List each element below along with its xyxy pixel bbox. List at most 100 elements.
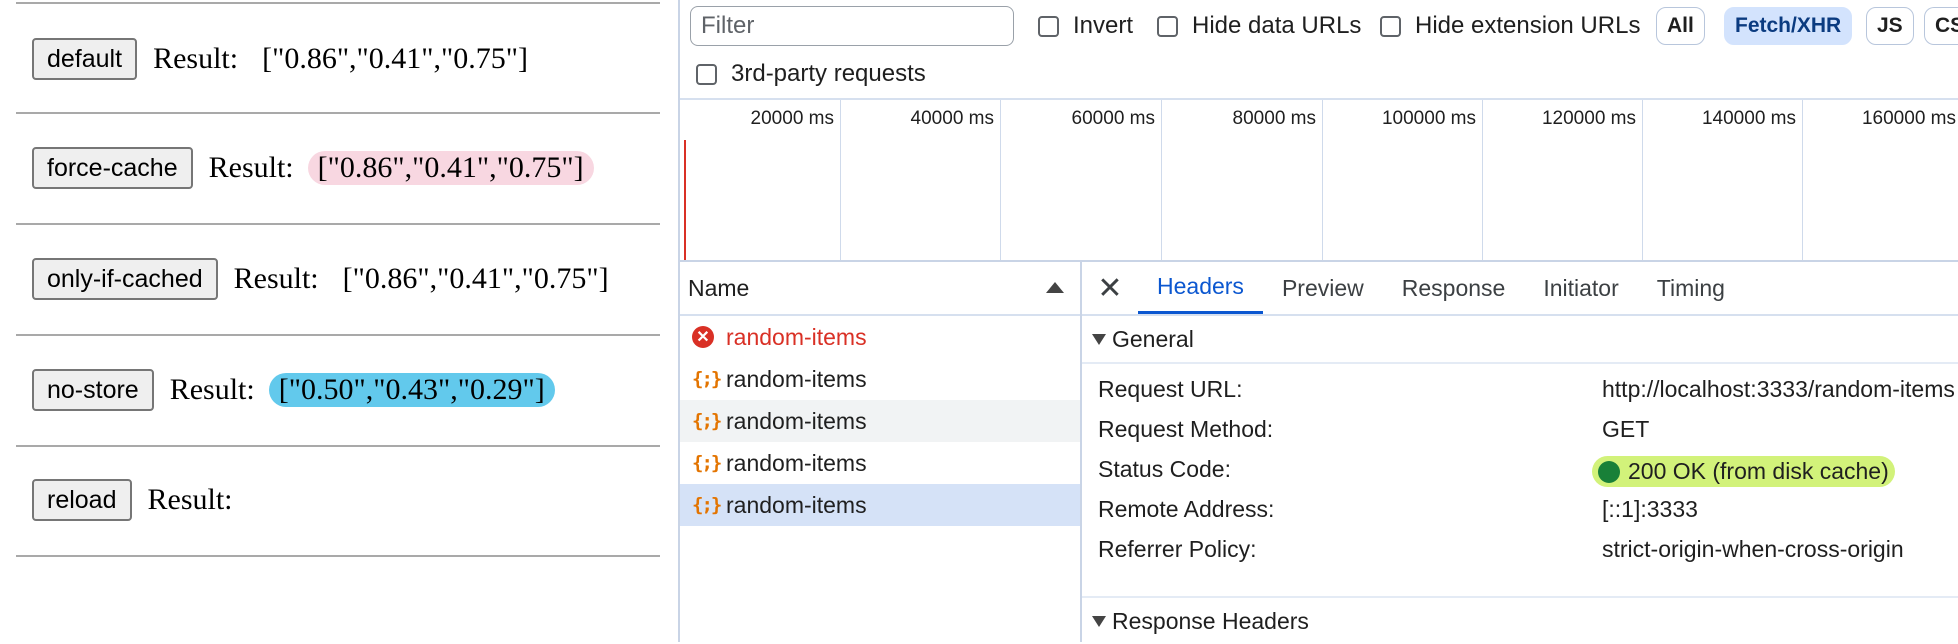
row-no-store: no-store Result: ["0.50","0.43","0.29"] — [32, 367, 555, 413]
request-url-label: Request URL: — [1098, 376, 1243, 402]
tab-timing[interactable]: Timing — [1638, 262, 1744, 314]
divider — [16, 445, 660, 447]
tab-initiator[interactable]: Initiator — [1524, 262, 1637, 314]
request-name: random-items — [726, 491, 867, 518]
divider — [16, 334, 660, 336]
response-headers-section-header[interactable]: Response Headers — [1082, 596, 1958, 644]
timeline-tick — [1161, 100, 1162, 260]
third-party-checkbox[interactable]: 3rd-party requests — [696, 60, 926, 88]
checkbox-box — [1157, 15, 1178, 37]
timeline-tick-label: 140000 ms — [1701, 108, 1796, 129]
response-headers-label: Response Headers — [1112, 607, 1309, 634]
force-cache-button[interactable]: force-cache — [32, 147, 193, 189]
timeline-tick — [1322, 100, 1323, 260]
tab-preview[interactable]: Preview — [1263, 262, 1383, 314]
request-row[interactable]: {;} random-items — [680, 400, 1080, 442]
name-column-header[interactable]: Name — [680, 262, 1080, 316]
request-row-selected[interactable]: {;} random-items — [680, 484, 1080, 526]
request-url-value: http://localhost:3333/random-items — [1602, 376, 1955, 402]
request-row[interactable]: {;} random-items — [680, 358, 1080, 400]
header-row: Request URL: http://localhost:3333/rando… — [1082, 368, 1958, 408]
fetch-icon: {;} — [692, 452, 722, 474]
row-reload: reload Result: — [32, 477, 267, 523]
fetch-icon: {;} — [692, 410, 722, 432]
tab-response[interactable]: Response — [1383, 262, 1525, 314]
divider — [16, 2, 660, 4]
filter-chip-all[interactable]: All — [1656, 7, 1705, 45]
test-page: default Result: ["0.86","0.41","0.75"] f… — [0, 0, 680, 642]
remote-address-label: Remote Address: — [1098, 496, 1275, 522]
devtools-network-panel: Filter Invert Hide data URLs Hide extens… — [678, 0, 1958, 642]
default-button[interactable]: default — [32, 38, 138, 80]
request-name: random-items — [726, 407, 867, 434]
result-label: Result: — [169, 373, 255, 406]
header-row: Request Method: GET — [1082, 408, 1958, 448]
checkbox-box — [696, 63, 717, 85]
request-row[interactable]: ✕ random-items — [680, 316, 1080, 358]
name-header-label: Name — [688, 274, 750, 301]
filter-chip-js[interactable]: JS — [1866, 7, 1914, 45]
error-icon: ✕ — [692, 326, 714, 348]
divider — [16, 555, 660, 557]
header-row: Remote Address: [::1]:3333 — [1082, 488, 1958, 528]
filter-bar: Filter Invert Hide data URLs Hide extens… — [680, 0, 1958, 100]
details-tabs: ✕ Headers Preview Response Initiator Tim… — [1082, 262, 1958, 316]
result-value-default: ["0.86","0.41","0.75"] — [262, 42, 529, 75]
request-list: Name ✕ random-items {;} random-items {;}… — [680, 262, 1082, 642]
request-method-label: Request Method: — [1098, 416, 1274, 442]
timeline-tick-label: 120000 ms — [1541, 108, 1636, 129]
timeline-tick — [1482, 100, 1483, 260]
timeline-tick — [1000, 100, 1001, 260]
filter-chip-fetch-xhr[interactable]: Fetch/XHR — [1724, 7, 1853, 45]
request-method-value: GET — [1602, 416, 1650, 442]
result-label: Result: — [153, 42, 239, 75]
status-code-label: Status Code: — [1098, 456, 1231, 482]
timeline-tick — [1802, 100, 1803, 260]
timeline-tick-label: 100000 ms — [1381, 108, 1476, 129]
hide-extension-urls-checkbox[interactable]: Hide extension URLs — [1380, 12, 1640, 40]
expand-triangle-icon — [1092, 615, 1106, 627]
result-value-no-store: ["0.50","0.43","0.29"] — [268, 373, 555, 407]
timeline-tick-label: 60000 ms — [1071, 108, 1155, 129]
hide-data-urls-checkbox[interactable]: Hide data URLs — [1157, 12, 1361, 40]
hide-data-urls-label: Hide data URLs — [1192, 12, 1362, 39]
row-force-cache: force-cache Result: ["0.86","0.41","0.75… — [32, 145, 594, 191]
filter-placeholder: Filter — [701, 12, 755, 39]
timeline-tick — [840, 100, 841, 260]
status-code-text: 200 OK (from disk cache) — [1628, 458, 1889, 484]
checkbox-box — [1380, 15, 1401, 37]
tab-headers[interactable]: Headers — [1138, 262, 1263, 314]
result-value-force-cache: ["0.86","0.41","0.75"] — [307, 151, 594, 185]
no-store-button[interactable]: no-store — [32, 369, 154, 411]
request-name: random-items — [726, 365, 867, 392]
status-ok-icon — [1598, 460, 1620, 483]
close-icon[interactable]: ✕ — [1082, 262, 1138, 314]
reload-button[interactable]: reload — [32, 479, 132, 521]
only-if-cached-button[interactable]: only-if-cached — [32, 258, 218, 300]
filter-input[interactable]: Filter — [690, 6, 1014, 46]
third-party-label: 3rd-party requests — [731, 60, 926, 87]
request-row[interactable]: {;} random-items — [680, 442, 1080, 484]
header-row: Status Code: 200 OK (from disk cache) — [1082, 448, 1958, 488]
filter-chip-css[interactable]: CS — [1924, 7, 1958, 45]
timeline-tick-label: 20000 ms — [750, 108, 834, 129]
hide-extension-urls-label: Hide extension URLs — [1415, 12, 1641, 39]
divider — [16, 223, 660, 225]
general-section-header[interactable]: General — [1082, 316, 1958, 364]
checkbox-box — [1038, 15, 1059, 37]
invert-checkbox[interactable]: Invert — [1038, 12, 1133, 40]
load-marker — [684, 140, 686, 260]
timeline-tick-label: 160000 ms — [1861, 108, 1956, 129]
sort-ascending-icon — [1046, 282, 1064, 293]
status-code-value: 200 OK (from disk cache) — [1592, 456, 1895, 489]
header-row: Referrer Policy: strict-origin-when-cros… — [1082, 528, 1958, 568]
timeline-overview[interactable]: 20000 ms 40000 ms 60000 ms 80000 ms 1000… — [680, 100, 1958, 262]
remote-address-value: [::1]:3333 — [1602, 496, 1698, 522]
status-highlight: 200 OK (from disk cache) — [1592, 456, 1895, 487]
request-name: random-items — [726, 323, 867, 350]
request-details: ✕ Headers Preview Response Initiator Tim… — [1082, 262, 1958, 642]
invert-label: Invert — [1073, 12, 1134, 39]
fetch-icon: {;} — [692, 368, 722, 390]
row-default: default Result: ["0.86","0.41","0.75"] — [32, 36, 538, 82]
referrer-policy-label: Referrer Policy: — [1098, 536, 1257, 562]
